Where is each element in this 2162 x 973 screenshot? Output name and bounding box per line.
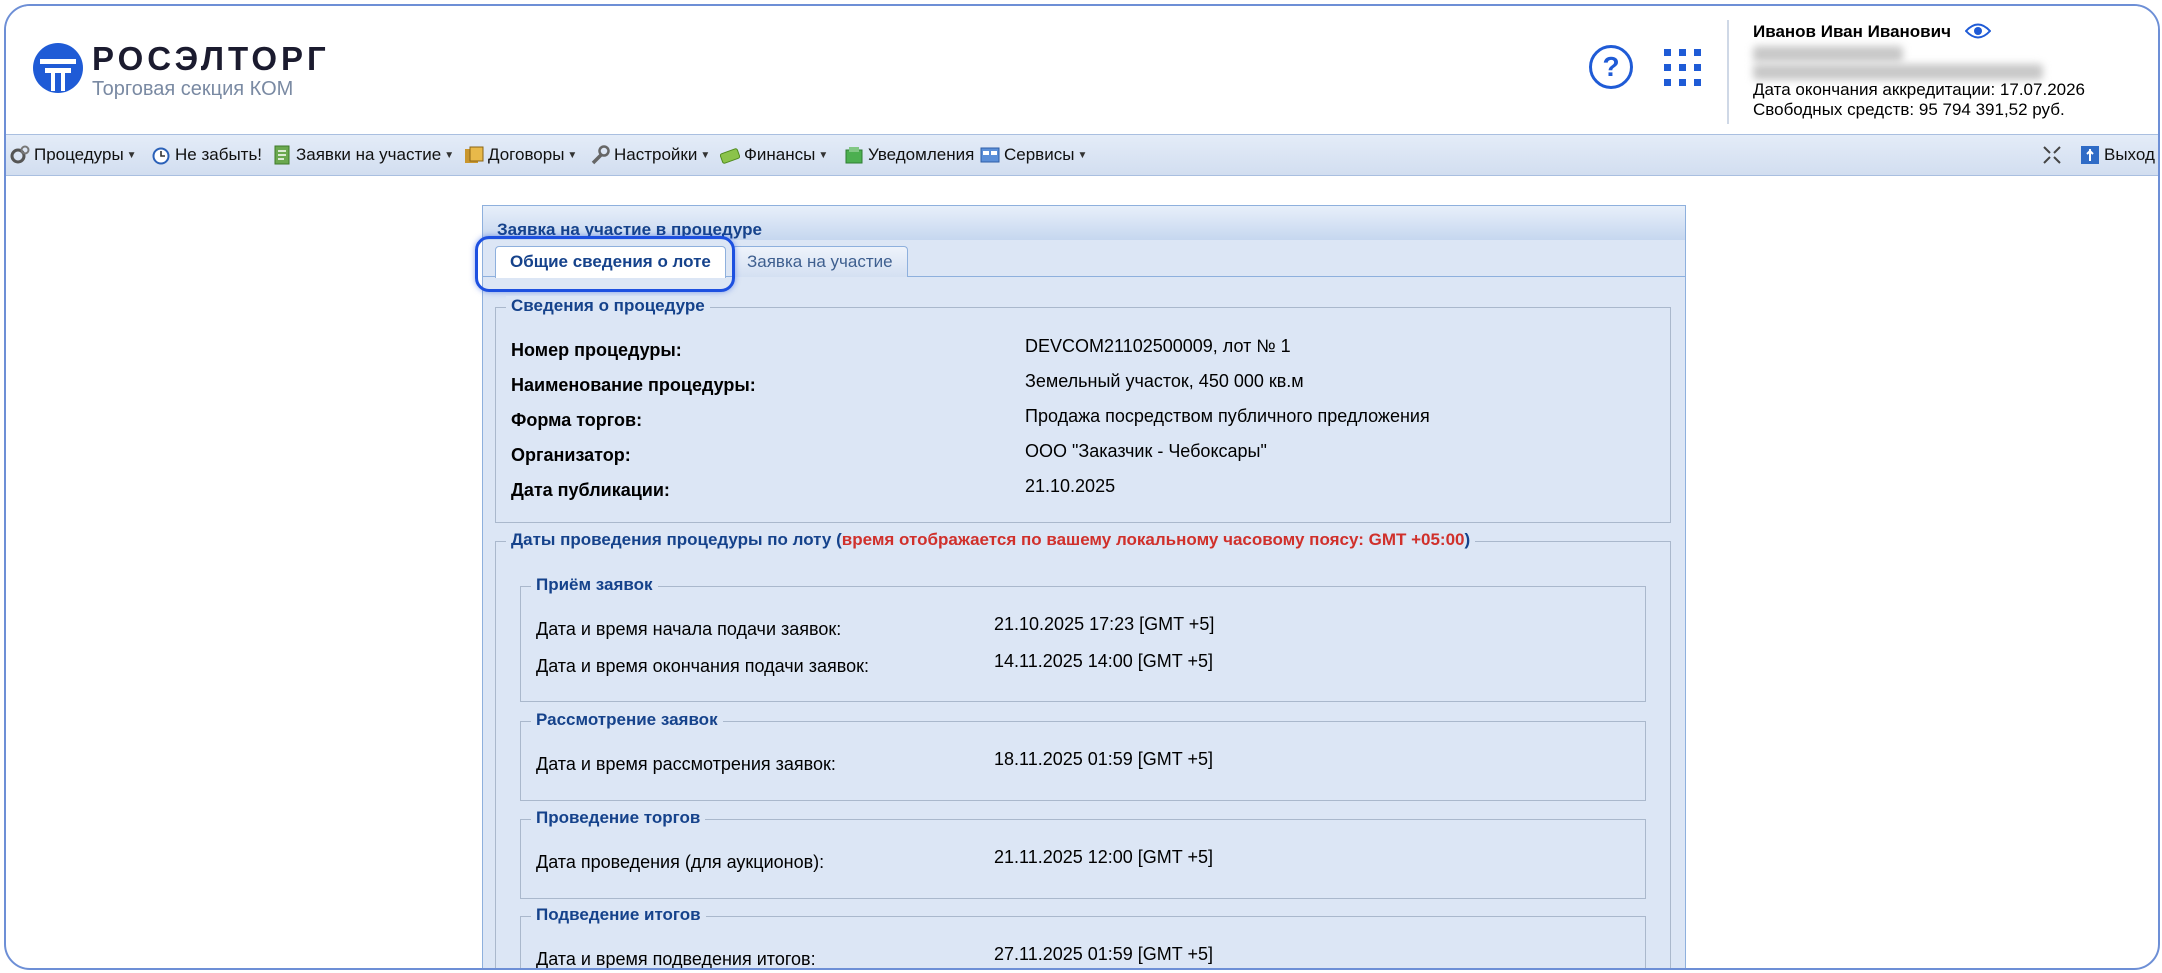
menu-applications[interactable]: Заявки на участие ▼ xyxy=(272,135,454,175)
main-menu: Процедуры ▼ Не забыть! Заявки на участие ▼… xyxy=(6,134,2158,176)
label-procedure-number: Номер процедуры: xyxy=(511,340,682,360)
menu-procedures-label: Процедуры xyxy=(34,145,124,164)
exit-icon xyxy=(2081,146,2099,164)
procedure-info-legend: Сведения о процедуре xyxy=(506,296,710,316)
label-results-date: Дата и время подведения итогов: xyxy=(536,949,816,969)
value-procedure-number: DEVCOM21102500009, лот № 1 xyxy=(1025,336,1291,356)
services-icon xyxy=(980,147,1000,163)
value-submission-start: 21.10.2025 17:23 [GMT +5] xyxy=(994,614,1215,634)
exit-button[interactable]: Выход xyxy=(2080,135,2155,175)
document-icon xyxy=(274,145,290,165)
label-publication-date: Дата публикации: xyxy=(511,480,670,500)
user-name[interactable]: Иванов Иван Иванович xyxy=(1753,22,1951,42)
menu-services[interactable]: Сервисы ▼ xyxy=(980,135,1087,175)
collapse-button[interactable] xyxy=(2042,135,2066,175)
menu-procedures[interactable]: Процедуры ▼ xyxy=(10,135,137,175)
menu-settings-label: Настройки xyxy=(614,145,698,164)
dates-section: Даты проведения процедуры по лоту (время… xyxy=(495,530,1671,969)
dates-legend-suffix: ) xyxy=(1464,530,1471,549)
app-window: РОСЭЛТОРГ Торговая секция КОМ ? Иванов И… xyxy=(4,4,2160,970)
submission-group: Приём заявок Дата и время начала подачи … xyxy=(520,575,1646,702)
header: РОСЭЛТОРГ Торговая секция КОМ ? Иванов И… xyxy=(6,6,2158,134)
menu-notifications-label: Уведомления xyxy=(868,145,975,164)
menu-applications-label: Заявки на участие xyxy=(296,145,442,164)
value-auction-date: 21.11.2025 12:00 [GMT +5] xyxy=(994,847,1213,867)
logo[interactable]: РОСЭЛТОРГ Торговая секция КОМ xyxy=(32,42,330,100)
value-results-date: 27.11.2025 01:59 [GMT +5] xyxy=(994,944,1213,964)
menu-notifications[interactable]: Уведомления xyxy=(844,135,974,175)
label-review-date: Дата и время рассмотрения заявок: xyxy=(536,754,836,774)
label-procedure-name: Наименование процедуры: xyxy=(511,375,756,395)
timezone-warning: время отображается по вашему локальному … xyxy=(841,530,1465,549)
value-review-date: 18.11.2025 01:59 [GMT +5] xyxy=(994,749,1213,769)
menu-finance-label: Финансы xyxy=(744,145,816,164)
value-organizer: ООО "Заказчик - Чебоксары" xyxy=(1025,441,1267,461)
eye-icon[interactable] xyxy=(1965,22,1991,40)
menu-finance[interactable]: Финансы ▼ xyxy=(720,135,828,175)
procedure-info-section: Сведения о процедуре Номер процедуры: DE… xyxy=(495,296,1671,523)
review-group: Рассмотрение заявок Дата и время рассмот… xyxy=(520,710,1646,801)
menu-remember[interactable]: Не забыть! xyxy=(151,135,262,175)
review-legend: Рассмотрение заявок xyxy=(531,710,723,730)
menu-settings[interactable]: Настройки ▼ xyxy=(590,135,710,175)
tab-application[interactable]: Заявка на участие xyxy=(732,246,908,277)
masked-organization xyxy=(1753,64,2043,80)
label-auction-date: Дата проведения (для аукционов): xyxy=(536,852,825,872)
wrench-icon xyxy=(591,145,610,165)
notification-icon xyxy=(845,147,863,164)
label-submission-end: Дата и время окончания подачи заявок: xyxy=(536,656,869,676)
label-submission-start: Дата и время начала подачи заявок: xyxy=(536,619,842,639)
label-trade-form: Форма торгов: xyxy=(511,410,643,430)
application-panel: Заявка на участие в процедуре Общие свед… xyxy=(475,205,1686,969)
menu-contracts[interactable]: Договоры ▼ xyxy=(464,135,577,175)
tab-strip: Общие сведения о лоте Заявка на участие xyxy=(475,236,1685,292)
menu-contracts-label: Договоры xyxy=(488,145,565,164)
logo-subtitle: Торговая секция КОМ xyxy=(92,78,294,100)
alarm-clock-icon xyxy=(152,147,170,165)
submission-legend: Приём заявок xyxy=(531,575,658,595)
value-procedure-name: Земельный участок, 450 000 кв.м xyxy=(1025,371,1304,391)
money-icon xyxy=(720,148,740,164)
user-info: Иванов Иван Иванович Дата окончания аккр… xyxy=(1727,20,2149,124)
logo-icon xyxy=(33,43,83,93)
gears-icon xyxy=(10,145,30,164)
help-icon[interactable]: ? xyxy=(1589,45,1633,89)
masked-user-details xyxy=(1753,46,1903,62)
value-publication-date: 21.10.2025 xyxy=(1025,476,1116,496)
active-tab-highlight xyxy=(475,236,735,292)
accreditation-date: Дата окончания аккредитации: 17.07.2026 xyxy=(1753,80,2086,99)
exit-label: Выход xyxy=(2104,145,2155,164)
auction-group: Проведение торгов Дата проведения (для а… xyxy=(520,808,1646,899)
auction-legend: Проведение торгов xyxy=(531,808,706,828)
logo-name: РОСЭЛТОРГ xyxy=(92,40,330,77)
collapse-icon xyxy=(2043,146,2061,164)
menu-services-label: Сервисы xyxy=(1004,145,1075,164)
free-funds: Свободных средств: 95 794 391,52 руб. xyxy=(1753,100,2065,119)
results-group: Подведение итогов Дата и время подведени… xyxy=(520,905,1646,969)
results-legend: Подведение итогов xyxy=(531,905,706,925)
value-submission-end: 14.11.2025 14:00 [GMT +5] xyxy=(994,651,1213,671)
apps-grid-icon[interactable] xyxy=(1663,48,1703,88)
value-trade-form: Продажа посредством публичного предложен… xyxy=(1025,406,1430,426)
dates-legend-prefix: Даты проведения процедуры по лоту ( xyxy=(511,530,842,549)
menu-remember-label: Не забыть! xyxy=(175,145,263,164)
dates-legend: Даты проведения процедуры по лоту (время… xyxy=(506,530,1476,550)
label-organizer: Организатор: xyxy=(511,445,631,465)
contracts-icon xyxy=(465,146,484,163)
